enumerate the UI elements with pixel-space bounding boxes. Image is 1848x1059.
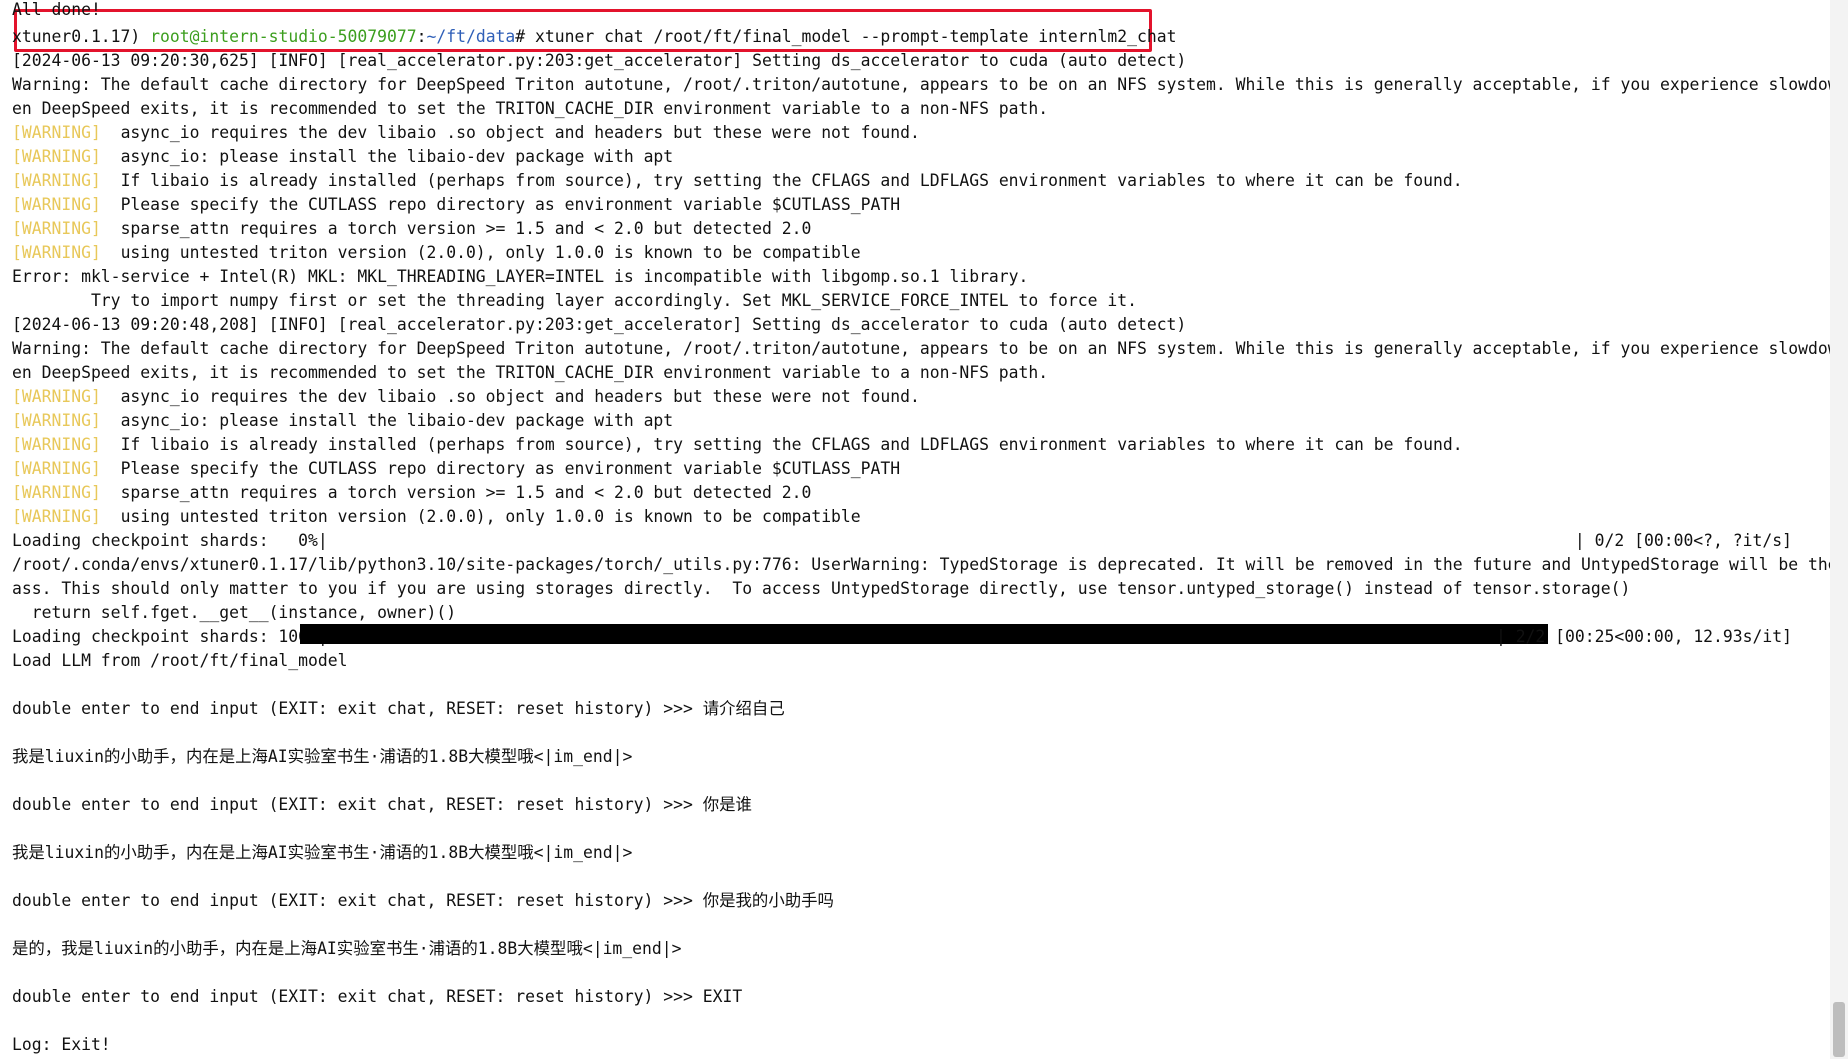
warning-tag: [WARNING] bbox=[12, 195, 101, 214]
progress-100-status: | 2/2 [00:25<00:00, 12.93s/it] bbox=[1495, 627, 1792, 646]
scrollbar-thumb[interactable] bbox=[1833, 1002, 1845, 1057]
warning-tag: [WARNING] bbox=[12, 411, 101, 430]
progress-0-status: | 0/2 [00:00<?, ?it/s] bbox=[1574, 531, 1792, 550]
chat-response-line: 我是liuxin的小助手，内在是上海AI实验室书生·浦语的1.8B大模型哦<|i… bbox=[12, 843, 633, 862]
chat-input-line: double enter to end input (EXIT: exit ch… bbox=[12, 987, 743, 1006]
warning-line: [WARNING] If libaio is already installed… bbox=[12, 169, 1463, 193]
terminal-line: Warning: The default cache directory for… bbox=[12, 75, 1830, 94]
warning-line: [WARNING] async_io: please install the l… bbox=[12, 145, 673, 169]
command-text: xtuner chat /root/ft/final_model --promp… bbox=[525, 27, 1177, 46]
terminal-line: ass. This should only matter to you if y… bbox=[12, 579, 1631, 598]
warning-line: [WARNING] sparse_attn requires a torch v… bbox=[12, 217, 811, 241]
terminal-line: [2024-06-13 09:20:30,625] [INFO] [real_a… bbox=[12, 51, 1187, 70]
warning-tag: [WARNING] bbox=[12, 123, 101, 142]
warning-text: async_io requires the dev libaio .so obj… bbox=[120, 387, 920, 406]
warning-text: If libaio is already installed (perhaps … bbox=[120, 171, 1463, 190]
prompt-user-host: root@intern-studio-50079077 bbox=[150, 27, 417, 46]
exit-log-line: Log: Exit! bbox=[12, 1035, 111, 1054]
terminal-line: [2024-06-13 09:20:48,208] [INFO] [real_a… bbox=[12, 315, 1187, 334]
vertical-scrollbar[interactable] bbox=[1830, 0, 1848, 1059]
warning-line: [WARNING] async_io requires the dev liba… bbox=[12, 121, 920, 145]
terminal-line: All done! bbox=[12, 0, 101, 19]
warning-line: [WARNING] using untested triton version … bbox=[12, 241, 861, 265]
error-line: Error: mkl-service + Intel(R) MKL: MKL_T… bbox=[12, 267, 1029, 286]
prompt-colon: : bbox=[416, 27, 427, 46]
prompt-path: ~/ft/data bbox=[426, 27, 516, 46]
chat-response-line: 是的，我是liuxin的小助手，内在是上海AI实验室书生·浦语的1.8B大模型哦… bbox=[12, 939, 682, 958]
warning-tag: [WARNING] bbox=[12, 243, 101, 262]
terminal-line: return self.fget.__get__(instance, owner… bbox=[12, 603, 457, 622]
warning-tag: [WARNING] bbox=[12, 171, 101, 190]
chat-input-line: double enter to end input (EXIT: exit ch… bbox=[12, 891, 834, 910]
terminal-window[interactable]: All done! xtuner0.1.17) root@intern-stud… bbox=[0, 0, 1830, 1059]
progress-100-label: Loading checkpoint shards: 100%| bbox=[12, 627, 328, 646]
warning-tag: [WARNING] bbox=[12, 435, 101, 454]
terminal-line: Try to import numpy first or set the thr… bbox=[12, 291, 1137, 310]
progress-bar-fill bbox=[300, 624, 1548, 644]
command-prompt-line: xtuner0.1.17) root@intern-studio-5007907… bbox=[12, 25, 1176, 49]
warning-line: [WARNING] Please specify the CUTLASS rep… bbox=[12, 457, 900, 481]
warning-text: Please specify the CUTLASS repo director… bbox=[120, 195, 901, 214]
terminal-line: en DeepSpeed exits, it is recommended to… bbox=[12, 363, 1049, 382]
warning-text: async_io requires the dev libaio .so obj… bbox=[120, 123, 920, 142]
warning-tag: [WARNING] bbox=[12, 387, 101, 406]
terminal-line: /root/.conda/envs/xtuner0.1.17/lib/pytho… bbox=[12, 555, 1830, 574]
warning-line: [WARNING] Please specify the CUTLASS rep… bbox=[12, 193, 900, 217]
warning-tag: [WARNING] bbox=[12, 507, 101, 526]
warning-tag: [WARNING] bbox=[12, 147, 101, 166]
warning-text: async_io: please install the libaio-dev … bbox=[120, 411, 674, 430]
terminal-line: en DeepSpeed exits, it is recommended to… bbox=[12, 99, 1049, 118]
warning-text: using untested triton version (2.0.0), o… bbox=[120, 507, 861, 526]
warning-line: [WARNING] using untested triton version … bbox=[12, 505, 861, 529]
warning-text: Please specify the CUTLASS repo director… bbox=[120, 459, 901, 478]
warning-text: sparse_attn requires a torch version >= … bbox=[120, 483, 812, 502]
warning-line: [WARNING] async_io: please install the l… bbox=[12, 409, 673, 433]
warning-tag: [WARNING] bbox=[12, 219, 101, 238]
terminal-line: Load LLM from /root/ft/final_model bbox=[12, 651, 348, 670]
warning-line: [WARNING] If libaio is already installed… bbox=[12, 433, 1463, 457]
progress-0-label: Loading checkpoint shards: 0%| bbox=[12, 531, 328, 550]
terminal-line: Warning: The default cache directory for… bbox=[12, 339, 1830, 358]
warning-line: [WARNING] async_io requires the dev liba… bbox=[12, 385, 920, 409]
chat-input-line: double enter to end input (EXIT: exit ch… bbox=[12, 699, 785, 718]
prompt-hash: # bbox=[515, 27, 526, 46]
chat-input-line: double enter to end input (EXIT: exit ch… bbox=[12, 795, 752, 814]
chat-response-line: 我是liuxin的小助手，内在是上海AI实验室书生·浦语的1.8B大模型哦<|i… bbox=[12, 747, 633, 766]
warning-text: sparse_attn requires a torch version >= … bbox=[120, 219, 812, 238]
prompt-env: xtuner0.1.17) bbox=[12, 27, 141, 46]
warning-text: async_io: please install the libaio-dev … bbox=[120, 147, 674, 166]
warning-text: using untested triton version (2.0.0), o… bbox=[120, 243, 861, 262]
warning-tag: [WARNING] bbox=[12, 459, 101, 478]
warning-text: If libaio is already installed (perhaps … bbox=[120, 435, 1463, 454]
warning-line: [WARNING] sparse_attn requires a torch v… bbox=[12, 481, 811, 505]
warning-tag: [WARNING] bbox=[12, 483, 101, 502]
